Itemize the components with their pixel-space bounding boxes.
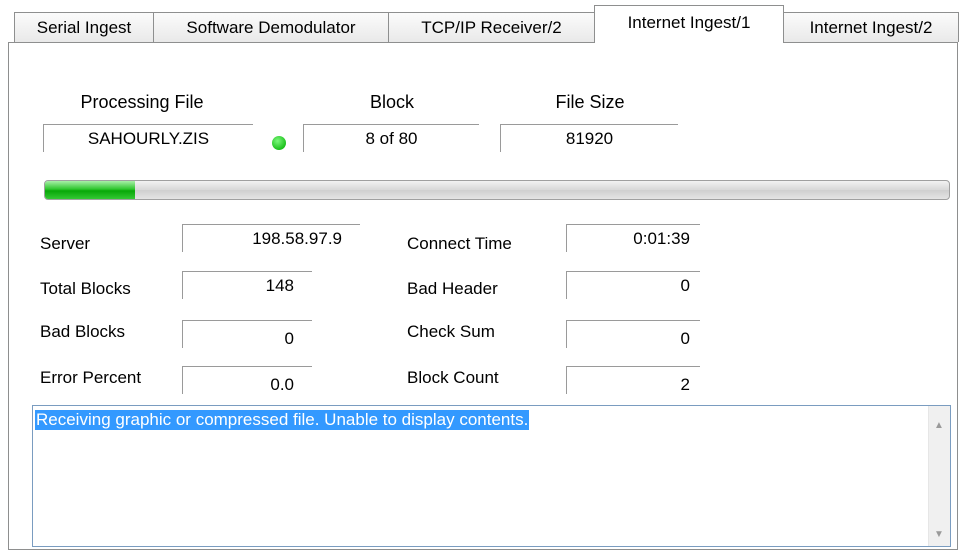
check-sum-label: Check Sum (407, 322, 495, 341)
tab-software-demodulator[interactable]: Software Demodulator (153, 12, 389, 42)
total-blocks-label: Total Blocks (40, 279, 131, 298)
tab-internet-ingest-2[interactable]: Internet Ingest/2 (783, 12, 959, 42)
log-scrollbar[interactable]: ▲ ▼ (928, 406, 950, 546)
log-textbox[interactable]: Receiving graphic or compressed file. Un… (32, 405, 951, 547)
bad-header-label: Bad Header (407, 279, 498, 298)
progress-bar (44, 180, 950, 200)
connect-time-label: Connect Time (407, 234, 512, 253)
connect-time-field: 0:01:39 (566, 224, 700, 252)
tab-strip: Serial Ingest Software Demodulator TCP/I… (0, 0, 964, 46)
tab-internet-ingest-1[interactable]: Internet Ingest/1 (594, 5, 784, 43)
bad-header-field: 0 (566, 271, 700, 299)
chevron-down-icon[interactable]: ▼ (934, 529, 944, 540)
block-count-field: 2 (566, 366, 700, 394)
progress-bar-fill (45, 181, 136, 199)
processing-file-field: SAHOURLY.ZIS (43, 124, 253, 152)
server-label: Server (40, 234, 91, 253)
server-field: 198.58.97.9 (182, 224, 360, 252)
error-percent-field: 0.0 (182, 366, 312, 394)
bad-blocks-field: 0 (182, 320, 312, 348)
total-blocks-field: 148 (182, 271, 312, 299)
file-size-field: 81920 (500, 124, 678, 152)
file-size-label: File Size (555, 92, 625, 112)
chevron-up-icon[interactable]: ▲ (934, 420, 944, 431)
error-percent-label: Error Percent (40, 368, 142, 387)
status-led-icon (272, 136, 286, 150)
block-count-label: Block Count (407, 368, 499, 387)
block-label: Block (369, 92, 414, 112)
block-field: 8 of 80 (303, 124, 479, 152)
tab-serial-ingest[interactable]: Serial Ingest (14, 12, 154, 42)
tab-tcpip-receiver-2[interactable]: TCP/IP Receiver/2 (388, 12, 595, 42)
check-sum-field: 0 (566, 320, 700, 348)
log-text[interactable]: Receiving graphic or compressed file. Un… (35, 410, 530, 430)
processing-file-label: Processing File (80, 92, 204, 112)
bad-blocks-label: Bad Blocks (40, 322, 126, 341)
